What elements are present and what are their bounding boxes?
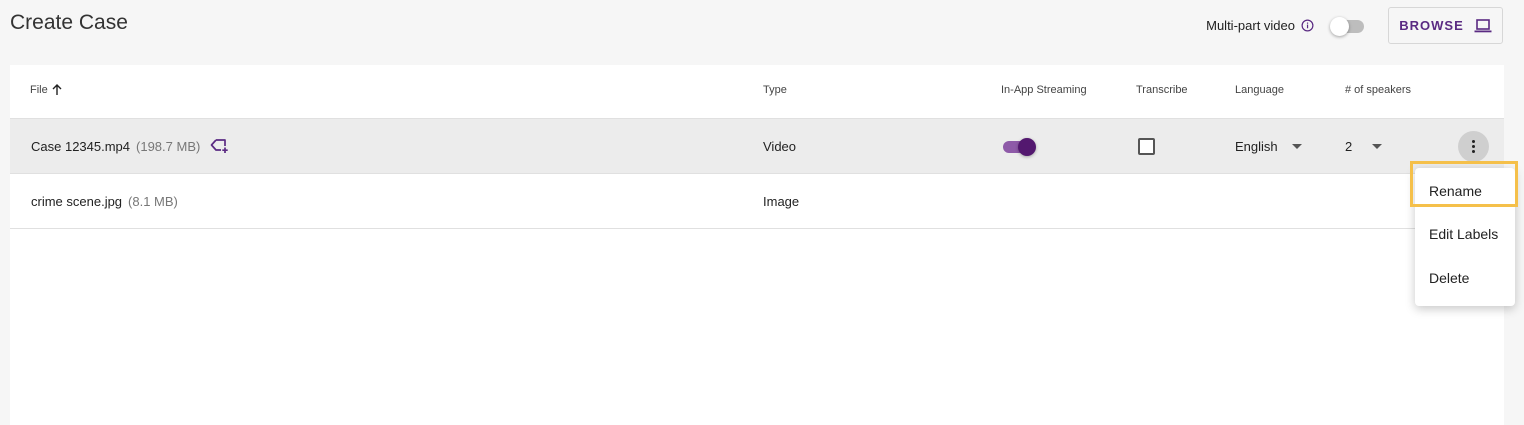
file-name-cell: Case 12345.mp4 (198.7 MB) [31, 119, 230, 173]
browse-button-label: BROWSE [1399, 18, 1464, 33]
in-app-streaming-toggle[interactable] [1001, 119, 1041, 173]
laptop-icon [1474, 18, 1492, 32]
language-value: English [1235, 138, 1278, 154]
file-name-cell: crime scene.jpg (8.1 MB) [31, 174, 178, 228]
menu-item-rename[interactable]: Rename [1429, 183, 1482, 199]
info-icon[interactable] [1301, 19, 1314, 32]
column-file-label: File [30, 84, 48, 96]
table-header: File Type In-App Streaming Transcribe La… [10, 65, 1504, 119]
row-actions-button[interactable] [1458, 119, 1489, 173]
chevron-down-icon [1291, 143, 1302, 149]
table-row[interactable]: Case 12345.mp4 (198.7 MB) Video English … [10, 119, 1504, 174]
column-in-app-streaming: In-App Streaming [1001, 84, 1087, 96]
column-transcribe: Transcribe [1136, 84, 1188, 96]
transcribe-checkbox[interactable] [1138, 137, 1155, 155]
multipart-video-label: Multi-part video [1206, 18, 1295, 33]
browse-button[interactable]: BROWSE [1388, 7, 1503, 44]
table-row[interactable]: crime scene.jpg (8.1 MB) Image [10, 174, 1504, 229]
speakers-value: 2 [1345, 138, 1353, 154]
row-context-menu: Rename Edit Labels Delete [1415, 168, 1515, 306]
transcribe-checkbox-cell [1138, 119, 1155, 173]
sort-arrow-up-icon[interactable] [51, 84, 63, 96]
file-type: Video [763, 138, 797, 154]
chevron-down-icon [1372, 143, 1383, 149]
add-label-icon[interactable] [210, 138, 230, 154]
toggle-knob [1018, 138, 1036, 156]
menu-item-delete[interactable]: Delete [1429, 270, 1469, 286]
file-size: (198.7 MB) [136, 138, 201, 154]
header-controls: Multi-part video BROWSE [1206, 6, 1503, 45]
file-name: Case 12345.mp4 [31, 138, 131, 154]
column-speakers: # of speakers [1345, 84, 1412, 96]
file-type: Image [763, 193, 800, 209]
more-vertical-icon [1458, 130, 1489, 162]
file-size: (8.1 MB) [128, 193, 178, 209]
file-name: crime scene.jpg [31, 193, 123, 209]
speakers-select[interactable]: 2 [1345, 119, 1383, 173]
column-type: Type [763, 84, 787, 96]
column-file[interactable]: File [30, 84, 63, 96]
language-select[interactable]: English [1235, 119, 1302, 173]
toggle-knob [1330, 16, 1349, 36]
multipart-video-toggle[interactable] [1330, 15, 1364, 37]
menu-item-edit-labels[interactable]: Edit Labels [1429, 226, 1498, 242]
files-table: File Type In-App Streaming Transcribe La… [10, 65, 1504, 425]
column-language: Language [1235, 84, 1284, 96]
page-title: Create Case [10, 11, 128, 34]
